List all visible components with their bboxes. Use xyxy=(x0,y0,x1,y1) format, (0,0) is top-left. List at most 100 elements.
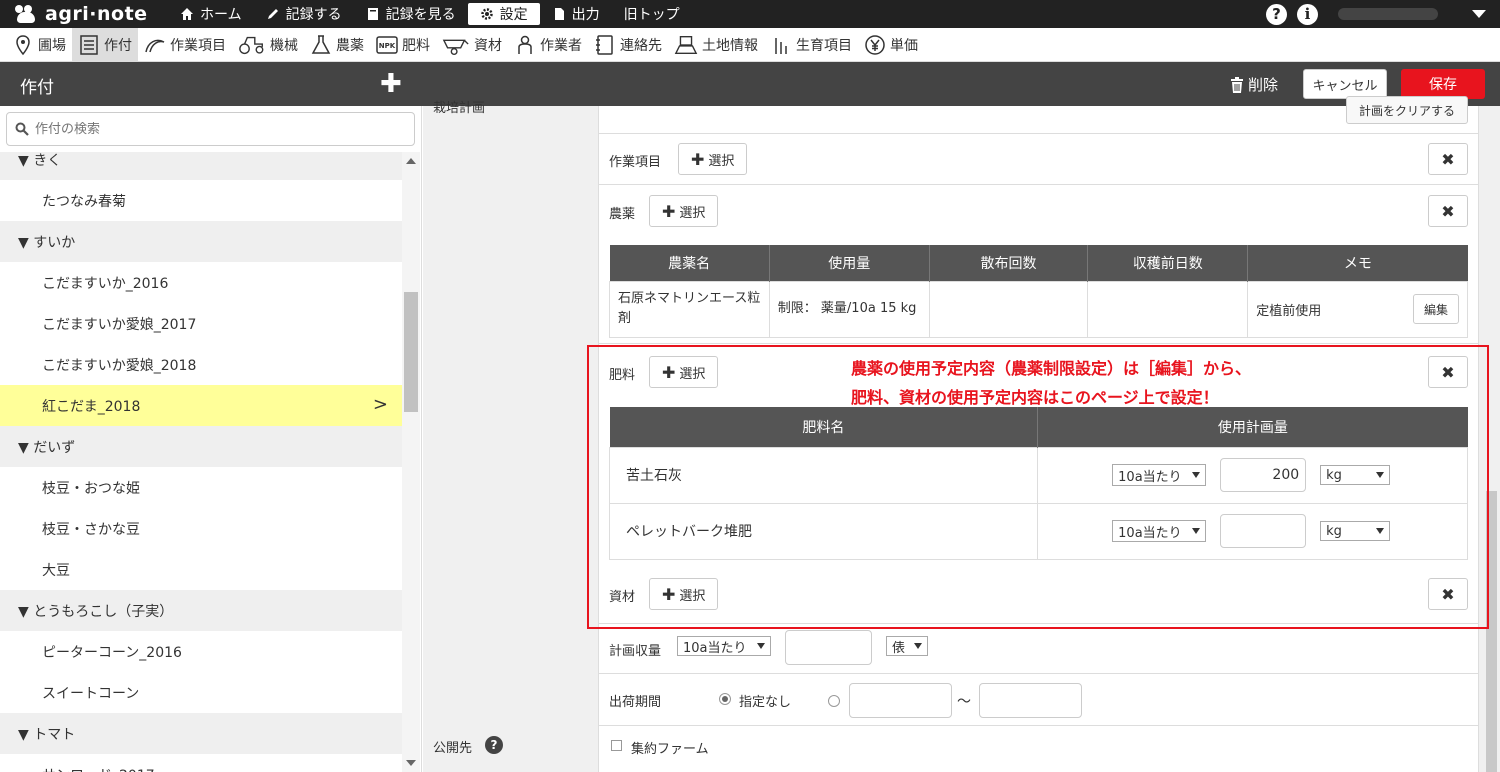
per-area-select[interactable]: 10a当たり xyxy=(1112,520,1207,542)
delete-button[interactable]: 削除 xyxy=(1230,74,1278,95)
list-item[interactable]: スイートコーン xyxy=(0,672,402,713)
subnav-materials[interactable]: 資材 xyxy=(436,28,508,62)
subnav-unit-price[interactable]: 単価 xyxy=(858,28,924,62)
sidebar-scrollbar[interactable] xyxy=(402,152,420,772)
table-row: 苦土石灰 10a当たり 200 kg xyxy=(608,446,1468,504)
subnav-machinery-label: 機械 xyxy=(270,37,298,54)
chevron-down-icon[interactable] xyxy=(1472,10,1486,18)
nav-settings[interactable]: 設定 xyxy=(467,3,540,25)
yield-unit-select[interactable]: 俵 xyxy=(886,636,928,656)
pesticide-remove-button[interactable]: ✖ xyxy=(1428,195,1468,227)
info-icon[interactable]: i xyxy=(1297,3,1318,25)
list-item[interactable]: こだますいか愛娘_2018 xyxy=(0,344,402,385)
nav-old-top[interactable]: 旧トップ xyxy=(612,3,692,25)
crop-search-input[interactable] xyxy=(35,121,395,137)
ship-none-radio[interactable] xyxy=(719,693,731,705)
subnav-field[interactable]: 圃場 xyxy=(6,28,72,62)
fertilizer-remove-button[interactable]: ✖ xyxy=(1428,356,1468,388)
table-row: 石原ネマトリンエース粒剤 制限： 薬量/10a 15 kg 定植前使用 編集 xyxy=(609,280,1468,338)
crop-search-box[interactable] xyxy=(6,112,415,146)
fertilizer-amount-input[interactable] xyxy=(1220,514,1307,548)
main-scrollbar[interactable] xyxy=(1483,106,1500,772)
work-items-remove-button[interactable]: ✖ xyxy=(1428,143,1468,175)
edit-pesticide-button[interactable]: 編集 xyxy=(1413,294,1459,324)
planned-yield-input[interactable] xyxy=(785,630,872,665)
material-remove-button[interactable]: ✖ xyxy=(1428,578,1468,610)
fertilizer-amount-input[interactable]: 200 xyxy=(1220,458,1307,492)
ship-start-input[interactable] xyxy=(849,683,952,718)
table-row: ペレットバーク堆肥 10a当たり kg xyxy=(608,502,1468,560)
fertilizer-name-cell: ペレットバーク堆肥 xyxy=(608,502,1039,560)
subnav-work-items[interactable]: 作業項目 xyxy=(138,28,232,62)
memo-text: 定植前使用 xyxy=(1256,303,1322,319)
list-item[interactable]: 枝豆・さかな豆 xyxy=(0,508,402,549)
nav-view-records[interactable]: 記録を見る xyxy=(354,3,468,25)
fertilizer-table: 肥料名 使用計画量 苦土石灰 10a当たり 200 kg ペレットバーク堆肥 1… xyxy=(608,407,1468,560)
group-header[interactable]: ▼ すいか xyxy=(0,221,402,262)
dropdown-icon xyxy=(757,643,765,649)
unit-select[interactable]: kg xyxy=(1320,465,1391,485)
per-area-value: 10a当たり xyxy=(1118,525,1182,541)
group-header[interactable]: ▼ だいず xyxy=(0,426,402,467)
clear-plan-button[interactable]: 計画をクリアする xyxy=(1345,96,1468,124)
column-header: 使用量 xyxy=(769,245,930,281)
subnav-crop[interactable]: 作付 xyxy=(72,27,138,62)
fertilizer-amount-cell: 10a当たり 200 kg xyxy=(1037,446,1468,504)
nav-home-label: ホーム xyxy=(200,7,242,23)
pesticide-days-cell xyxy=(1087,280,1249,338)
group-header[interactable]: ▼ トマト xyxy=(0,713,402,754)
subnav-machinery[interactable]: 機械 xyxy=(232,28,304,62)
list-item[interactable]: サンロード_2017 xyxy=(0,754,402,772)
list-item[interactable]: たつなみ春菊 xyxy=(0,180,402,221)
list-item-selected[interactable]: 紅こだま_2018 > xyxy=(0,385,402,426)
save-button[interactable]: 保存 xyxy=(1401,69,1485,99)
publish-checkbox[interactable] xyxy=(611,740,622,751)
list-item[interactable]: こだますいか愛娘_2017 xyxy=(0,303,402,344)
work-items-select-button[interactable]: ✚ 選択 xyxy=(678,143,748,175)
nav-output[interactable]: 出力 xyxy=(540,3,612,25)
subnav-materials-label: 資材 xyxy=(474,37,502,54)
subnav-contacts[interactable]: 連絡先 xyxy=(588,28,668,62)
scroll-up-icon[interactable] xyxy=(406,158,416,164)
select-label: 選択 xyxy=(679,588,706,604)
dropdown-icon xyxy=(1376,528,1385,534)
app-logo[interactable]: agri·note xyxy=(14,2,148,26)
per-area-select[interactable]: 10a当たり xyxy=(1112,464,1207,486)
ship-range-radio[interactable] xyxy=(828,695,840,707)
annotation-text-line2: 肥料、資材の使用予定内容はこのページ上で設定！ xyxy=(851,388,1219,407)
main-scrollbar-thumb[interactable] xyxy=(1486,491,1497,772)
nav-home[interactable]: ホーム xyxy=(168,3,254,25)
subnav-pesticide[interactable]: 農薬 xyxy=(304,28,370,62)
subnav-workers[interactable]: 作業者 xyxy=(508,28,588,62)
group-header[interactable]: ▼ とうもろこし（子実） xyxy=(0,590,402,631)
unit-select[interactable]: kg xyxy=(1320,521,1391,541)
close-icon: ✖ xyxy=(1441,362,1455,382)
column-header: 肥料名 xyxy=(609,407,1039,447)
cancel-button[interactable]: キャンセル xyxy=(1303,69,1387,99)
scroll-down-icon[interactable] xyxy=(406,760,416,766)
page-title: 作付 xyxy=(20,78,54,98)
fertilizer-select-button[interactable]: ✚ 選択 xyxy=(649,356,719,388)
list-item[interactable]: 枝豆・おつな姫 xyxy=(0,467,402,508)
publish-label: 公開先 xyxy=(433,741,473,756)
subnav-contacts-label: 連絡先 xyxy=(620,37,662,54)
yield-per-area-select[interactable]: 10a当たり xyxy=(677,636,771,656)
scrollbar-thumb[interactable] xyxy=(404,292,418,412)
delete-label: 削除 xyxy=(1248,76,1279,94)
ship-end-input[interactable] xyxy=(979,683,1082,718)
publish-help-icon[interactable]: ? xyxy=(485,736,503,754)
subnav-work-items-label: 作業項目 xyxy=(170,37,226,54)
subnav-land-info[interactable]: 土地情報 xyxy=(668,28,764,62)
material-select-button[interactable]: ✚ 選択 xyxy=(649,578,719,610)
list-item[interactable]: 大豆 xyxy=(0,549,402,590)
subnav-fertilizer[interactable]: NPK 肥料 xyxy=(370,28,436,62)
nav-record[interactable]: 記録する xyxy=(254,3,354,25)
help-icon[interactable]: ? xyxy=(1266,3,1287,25)
group-header[interactable]: ▼ きく xyxy=(0,152,402,180)
subnav-fertilizer-label: 肥料 xyxy=(402,37,430,54)
add-crop-button[interactable]: ✚ xyxy=(380,71,402,97)
subnav-growth-items[interactable]: 生育項目 xyxy=(764,28,858,62)
list-item[interactable]: ピーターコーン_2016 xyxy=(0,631,402,672)
pesticide-select-button[interactable]: ✚ 選択 xyxy=(649,195,719,227)
list-item[interactable]: こだますいか_2016 xyxy=(0,262,402,303)
